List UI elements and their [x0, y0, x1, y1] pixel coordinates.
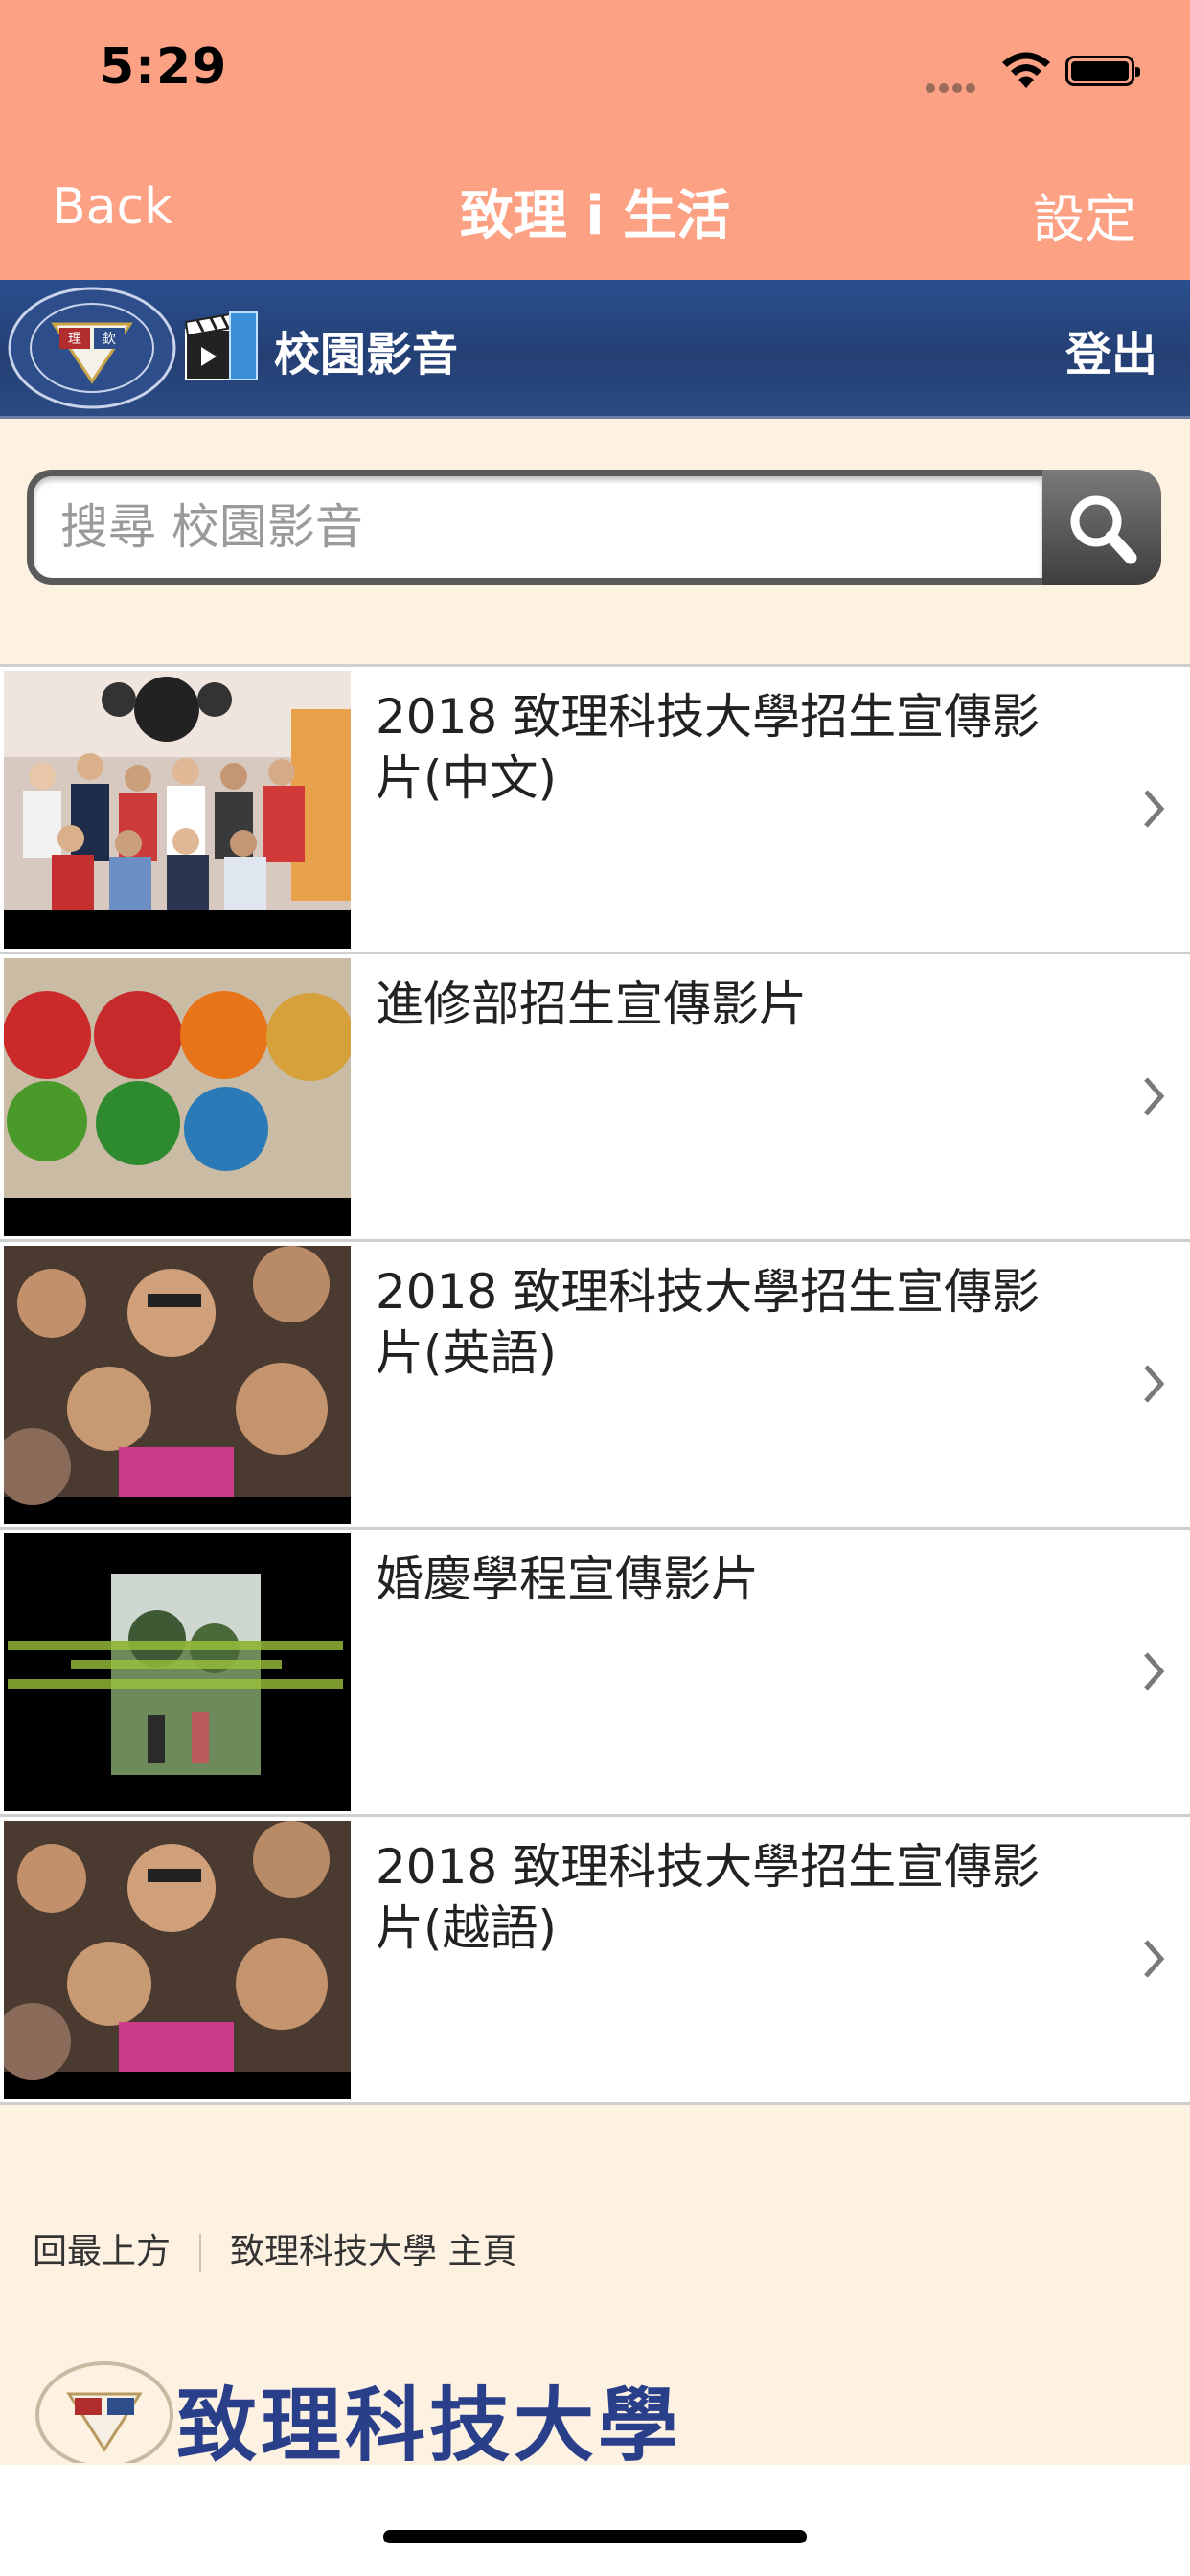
search-input[interactable]: [58, 495, 1020, 559]
logout-button[interactable]: 登出: [1065, 316, 1157, 383]
list-item[interactable]: 2018 致理科技大學招生宣傳影片(中文): [0, 667, 1190, 954]
list-item[interactable]: 2018 致理科技大學招生宣傳影片(越語): [0, 1817, 1190, 2104]
video-thumbnail: [4, 671, 351, 949]
back-to-top-link[interactable]: 回最上方: [33, 2232, 171, 2271]
video-thumbnail: [4, 1533, 351, 1811]
wifi-icon: [1002, 52, 1050, 88]
video-thumbnail: [4, 1821, 351, 2099]
signal-dots-icon: [926, 79, 985, 93]
video-clapper-icon: [184, 311, 258, 380]
video-title: 2018 致理科技大學招生宣傳影片(中文): [376, 689, 1041, 806]
svg-text:欽: 欽: [103, 332, 116, 347]
svg-text:理: 理: [68, 332, 81, 347]
status-time: 5:29: [100, 38, 228, 96]
footer-divider: [199, 2234, 202, 2272]
video-title: 2018 致理科技大學招生宣傳影片(越語): [376, 1839, 1041, 1956]
video-title: 婚慶學程宣傳影片: [376, 1552, 759, 1607]
video-title: 進修部招生宣傳影片: [376, 977, 807, 1032]
battery-icon: [1065, 56, 1140, 86]
video-list: 2018 致理科技大學招生宣傳影片(中文) 進修部招生宣傳影片 2018 致理科…: [0, 664, 1190, 2104]
list-item[interactable]: 2018 致理科技大學招生宣傳影片(英語): [0, 1242, 1190, 1530]
search-button[interactable]: [1042, 470, 1161, 585]
list-item[interactable]: 婚慶學程宣傳影片: [0, 1530, 1190, 1817]
chevron-right-icon: [1144, 790, 1165, 828]
chevron-right-icon: [1144, 1365, 1165, 1403]
video-title: 2018 致理科技大學招生宣傳影片(英語): [376, 1264, 1041, 1381]
university-home-link[interactable]: 致理科技大學 主頁: [230, 2232, 516, 2271]
chevron-right-icon: [1144, 1940, 1165, 1978]
footer-university-logo[interactable]: 致理科技大學: [33, 2358, 703, 2472]
home-indicator-area: [0, 2465, 1190, 2576]
footer-links: 回最上方 致理科技大學 主頁: [33, 2223, 516, 2273]
search-field: [27, 470, 1042, 585]
nav-title: 致理 i 生活: [459, 185, 731, 247]
home-indicator[interactable]: [383, 2530, 807, 2543]
section-title: 校園影音: [274, 328, 459, 381]
video-thumbnail: [4, 1246, 351, 1524]
search-icon: [1070, 495, 1137, 564]
footer-logo-text: 致理科技大學: [176, 2378, 683, 2472]
settings-button[interactable]: 設定: [1033, 176, 1136, 252]
chevron-right-icon: [1144, 1652, 1165, 1690]
list-item[interactable]: 進修部招生宣傳影片: [0, 954, 1190, 1242]
chevron-right-icon: [1144, 1077, 1165, 1116]
university-seal-icon: 理 欽: [8, 287, 176, 409]
video-thumbnail: [4, 958, 351, 1236]
site-header: [0, 280, 1190, 419]
